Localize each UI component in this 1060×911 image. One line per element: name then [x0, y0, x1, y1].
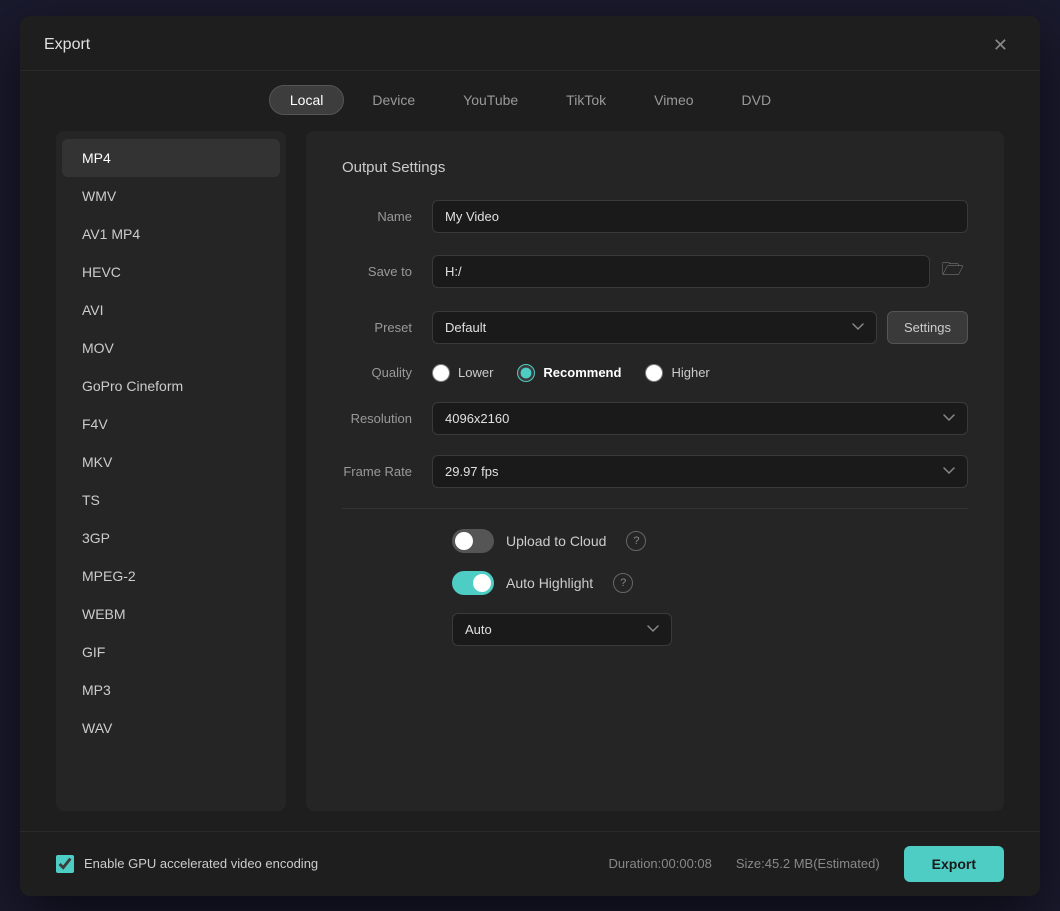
- quality-lower-label: Lower: [458, 365, 493, 380]
- settings-button[interactable]: Settings: [887, 311, 968, 344]
- framerate-select[interactable]: 29.97 fps 25 fps 24 fps 60 fps: [432, 455, 968, 488]
- auto-highlight-dropdown-row: Auto Manual: [342, 613, 968, 646]
- footer-meta: Duration:00:00:08 Size:45.2 MB(Estimated…: [609, 846, 1004, 882]
- quality-options: Lower Recommend Higher: [432, 364, 968, 382]
- auto-highlight-help-icon[interactable]: ?: [613, 573, 633, 593]
- content-area: MP4 WMV AV1 MP4 HEVC AVI MOV GoPro Cinef…: [20, 131, 1040, 831]
- format-list: MP4 WMV AV1 MP4 HEVC AVI MOV GoPro Cinef…: [56, 131, 286, 811]
- format-item-hevc[interactable]: HEVC: [62, 253, 280, 291]
- tab-dvd[interactable]: DVD: [722, 86, 792, 114]
- resolution-row: Resolution 4096x2160 3840x2160 1920x1080…: [342, 402, 968, 435]
- upload-cloud-label: Upload to Cloud: [506, 533, 606, 549]
- size-text: Size:45.2 MB(Estimated): [736, 856, 880, 871]
- folder-row: 🗁: [432, 253, 968, 291]
- format-item-wmv[interactable]: WMV: [62, 177, 280, 215]
- footer: Enable GPU accelerated video encoding Du…: [20, 831, 1040, 896]
- format-item-gif[interactable]: GIF: [62, 633, 280, 671]
- gpu-label: Enable GPU accelerated video encoding: [84, 856, 318, 871]
- quality-higher-option[interactable]: Higher: [645, 364, 709, 382]
- format-item-mov[interactable]: MOV: [62, 329, 280, 367]
- preset-row: Preset Default Custom Settings: [342, 311, 968, 344]
- auto-highlight-toggle[interactable]: [452, 571, 494, 595]
- quality-label: Quality: [342, 365, 432, 380]
- tab-tiktok[interactable]: TikTok: [546, 86, 626, 114]
- export-button[interactable]: Export: [904, 846, 1004, 882]
- format-item-mpeg2[interactable]: MPEG-2: [62, 557, 280, 595]
- format-item-gopro[interactable]: GoPro Cineform: [62, 367, 280, 405]
- quality-higher-radio[interactable]: [645, 364, 663, 382]
- saveto-label: Save to: [342, 264, 432, 279]
- name-row: Name: [342, 200, 968, 233]
- quality-row: Quality Lower Recommend Higher: [342, 364, 968, 382]
- tab-vimeo[interactable]: Vimeo: [634, 86, 713, 114]
- quality-lower-option[interactable]: Lower: [432, 364, 493, 382]
- auto-highlight-row: Auto Highlight ?: [342, 571, 968, 595]
- dialog-header: Export ✕: [20, 16, 1040, 71]
- format-item-mkv[interactable]: MKV: [62, 443, 280, 481]
- framerate-row: Frame Rate 29.97 fps 25 fps 24 fps 60 fp…: [342, 455, 968, 488]
- format-item-wav[interactable]: WAV: [62, 709, 280, 747]
- saveto-input[interactable]: [432, 255, 930, 288]
- format-item-av1mp4[interactable]: AV1 MP4: [62, 215, 280, 253]
- format-item-ts[interactable]: TS: [62, 481, 280, 519]
- upload-cloud-help-icon[interactable]: ?: [626, 531, 646, 551]
- upload-cloud-toggle[interactable]: [452, 529, 494, 553]
- name-input[interactable]: [432, 200, 968, 233]
- tab-local[interactable]: Local: [269, 85, 344, 115]
- quality-recommend-option[interactable]: Recommend: [517, 364, 621, 382]
- gpu-checkbox-input[interactable]: [56, 855, 74, 873]
- format-item-webm[interactable]: WEBM: [62, 595, 280, 633]
- export-dialog: Export ✕ Local Device YouTube TikTok Vim…: [20, 16, 1040, 896]
- panel-title: Output Settings: [342, 159, 968, 176]
- duration-text: Duration:00:00:08: [609, 856, 712, 871]
- tab-device[interactable]: Device: [352, 86, 435, 114]
- quality-higher-label: Higher: [671, 365, 709, 380]
- format-item-3gp[interactable]: 3GP: [62, 519, 280, 557]
- divider: [342, 508, 968, 509]
- gpu-checkbox-label[interactable]: Enable GPU accelerated video encoding: [56, 855, 318, 873]
- resolution-select[interactable]: 4096x2160 3840x2160 1920x1080 1280x720: [432, 402, 968, 435]
- saveto-row: Save to 🗁: [342, 253, 968, 291]
- framerate-label: Frame Rate: [342, 464, 432, 479]
- close-button[interactable]: ✕: [985, 32, 1016, 58]
- format-item-f4v[interactable]: F4V: [62, 405, 280, 443]
- tab-youtube[interactable]: YouTube: [443, 86, 538, 114]
- preset-label: Preset: [342, 320, 432, 335]
- dialog-title: Export: [44, 36, 90, 54]
- settings-panel: Output Settings Name Save to 🗁 Preset: [306, 131, 1004, 811]
- browse-folder-button[interactable]: 🗁: [938, 253, 968, 291]
- format-item-mp4[interactable]: MP4: [62, 139, 280, 177]
- preset-controls: Default Custom Settings: [432, 311, 968, 344]
- resolution-label: Resolution: [342, 411, 432, 426]
- name-label: Name: [342, 209, 432, 224]
- format-item-mp3[interactable]: MP3: [62, 671, 280, 709]
- format-item-avi[interactable]: AVI: [62, 291, 280, 329]
- auto-highlight-toggle-group: Auto Highlight ?: [452, 571, 633, 595]
- quality-recommend-label: Recommend: [543, 365, 621, 380]
- preset-select[interactable]: Default Custom: [432, 311, 877, 344]
- auto-highlight-select[interactable]: Auto Manual: [452, 613, 672, 646]
- upload-cloud-row: Upload to Cloud ?: [342, 529, 968, 553]
- quality-lower-radio[interactable]: [432, 364, 450, 382]
- upload-cloud-toggle-group: Upload to Cloud ?: [452, 529, 646, 553]
- tab-bar: Local Device YouTube TikTok Vimeo DVD: [20, 71, 1040, 131]
- auto-highlight-label: Auto Highlight: [506, 575, 593, 591]
- quality-recommend-radio[interactable]: [517, 364, 535, 382]
